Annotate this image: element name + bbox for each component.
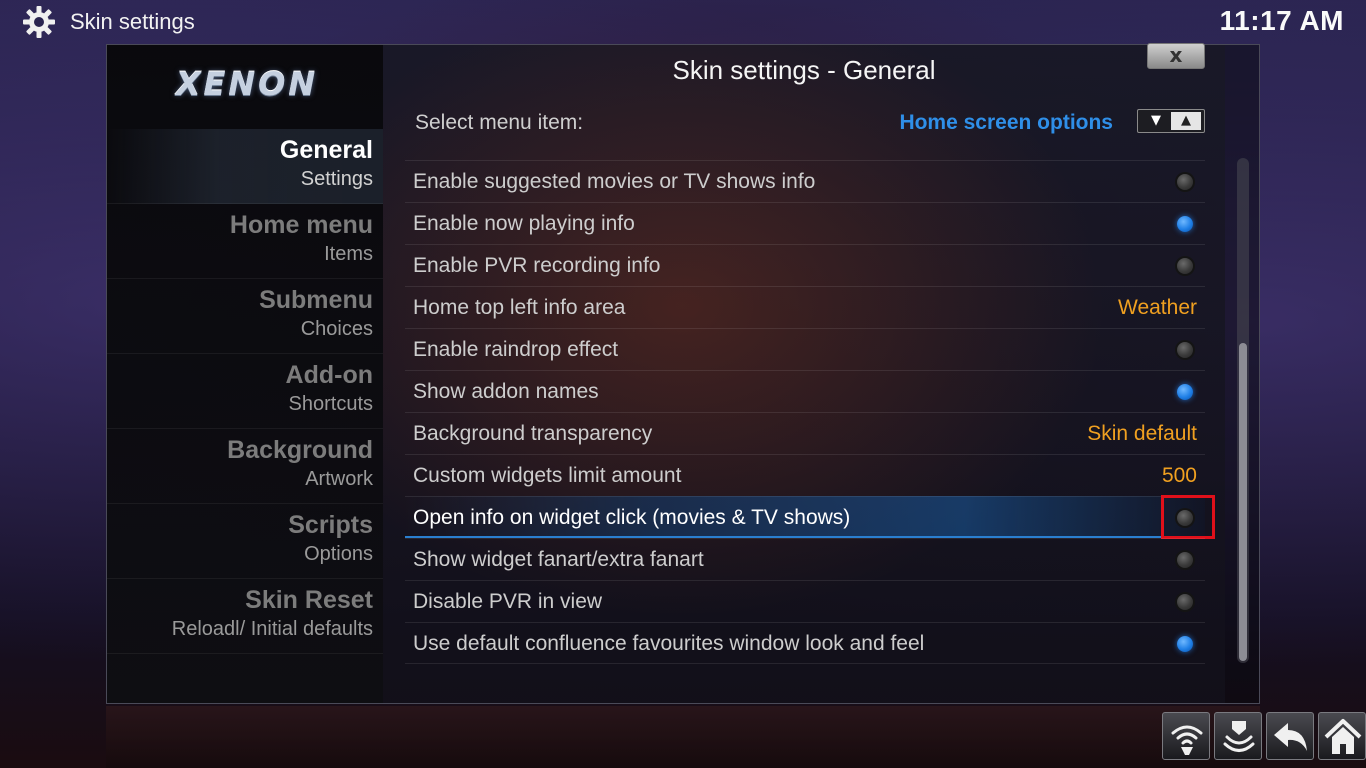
setting-label: Use default confluence favourites window…: [413, 632, 925, 655]
wifi-button[interactable]: [1162, 712, 1210, 760]
scrollbar[interactable]: [1237, 158, 1249, 663]
clock: 11:17 AM: [1219, 5, 1344, 36]
setting-row[interactable]: Show widget fanart/extra fanart: [405, 538, 1205, 580]
setting-value: 500: [1161, 464, 1197, 487]
back-icon: [1274, 723, 1307, 751]
sidebar-menu: General Settings Home menu Items Submenu…: [107, 129, 383, 654]
sidebar-item-title: Scripts: [288, 511, 373, 539]
sidebar-item-subtitle: Artwork: [305, 468, 373, 490]
spin-down-icon[interactable]: ▼: [1141, 112, 1171, 130]
eject-icon: [1223, 721, 1255, 752]
radio-toggle-icon[interactable]: [1177, 384, 1193, 400]
select-menu-item-label: Select menu item:: [415, 111, 584, 134]
select-menu-item-value[interactable]: Home screen options: [899, 111, 1113, 135]
sidebar-item-title: Add-on: [285, 361, 373, 389]
sidebar-item-title: General: [279, 136, 373, 164]
window-reflection: [106, 706, 1260, 768]
setting-value: Skin default: [1087, 422, 1197, 445]
setting-label: Home top left info area: [413, 296, 626, 319]
setting-label: Background transparency: [413, 422, 653, 445]
setting-row[interactable]: Enable raindrop effect: [405, 328, 1205, 370]
sidebar-item-add-on[interactable]: Add-on Shortcuts: [107, 354, 383, 429]
sidebar-item-home-menu[interactable]: Home menu Items: [107, 204, 383, 279]
select-menu-item-row[interactable]: Select menu item: Home screen options ▼ …: [405, 103, 1205, 143]
sidebar-item-title: Skin Reset: [245, 586, 373, 614]
sidebar-item-subtitle: Options: [304, 543, 373, 565]
radio-toggle-icon[interactable]: [1177, 342, 1193, 358]
sidebar-item-scripts[interactable]: Scripts Options: [107, 504, 383, 579]
radio-toggle-icon[interactable]: [1177, 216, 1193, 232]
scrollbar-thumb[interactable]: [1239, 343, 1247, 661]
window-title: Skin settings: [70, 9, 195, 34]
setting-label: Enable now playing info: [413, 212, 635, 235]
back-button[interactable]: [1266, 712, 1314, 760]
radio-toggle-icon[interactable]: [1177, 174, 1193, 190]
setting-label: Enable PVR recording info: [413, 254, 661, 277]
settings-list: Enable suggested movies or TV shows info…: [405, 160, 1215, 664]
setting-label: Show addon names: [413, 380, 599, 403]
home-button[interactable]: [1318, 712, 1366, 760]
setting-label: Show widget fanart/extra fanart: [413, 548, 704, 571]
xenon-logo: XENON: [175, 65, 319, 103]
skin-settings-window: XENON General Settings Home menu Items S…: [106, 43, 1260, 704]
sidebar-item-subtitle: Reloadl/ Initial defaults: [171, 618, 373, 640]
radio-toggle-icon[interactable]: [1177, 594, 1193, 610]
highlight-box: [1161, 495, 1215, 539]
spin-up-icon[interactable]: ▲: [1171, 112, 1201, 130]
sidebar-item-background[interactable]: Background Artwork: [107, 429, 383, 504]
setting-row[interactable]: Custom widgets limit amount 500: [405, 454, 1205, 496]
sidebar-item-general[interactable]: General Settings: [107, 129, 383, 204]
sidebar-item-submenu[interactable]: Submenu Choices: [107, 279, 383, 354]
sidebar-item-subtitle: Items: [324, 243, 373, 265]
setting-row[interactable]: Home top left info area Weather: [405, 286, 1205, 328]
setting-label: Custom widgets limit amount: [413, 464, 682, 487]
sidebar-item-subtitle: Shortcuts: [288, 393, 373, 415]
radio-toggle-icon[interactable]: [1177, 258, 1193, 274]
radio-toggle-icon[interactable]: [1177, 636, 1193, 652]
settings-panel: Skin settings - General Select menu item…: [383, 45, 1225, 703]
sidebar: XENON General Settings Home menu Items S…: [107, 45, 383, 703]
setting-label: Open info on widget click (movies & TV s…: [413, 506, 851, 529]
close-button[interactable]: x: [1147, 43, 1205, 69]
top-bar: Skin settings 11:17 AM: [0, 0, 1366, 44]
setting-row[interactable]: Disable PVR in view: [405, 580, 1205, 622]
gear-icon: [23, 6, 55, 38]
sidebar-item-skin-reset[interactable]: Skin Reset Reloadl/ Initial defaults: [107, 579, 383, 654]
setting-label: Disable PVR in view: [413, 590, 603, 613]
setting-label: Enable raindrop effect: [413, 338, 619, 361]
setting-row[interactable]: Enable now playing info: [405, 202, 1205, 244]
menu-item-spinner: ▼ ▲: [1137, 109, 1205, 133]
wifi-icon: [1171, 725, 1203, 755]
sidebar-item-title: Background: [227, 436, 373, 464]
setting-row-focused[interactable]: Open info on widget click (movies & TV s…: [405, 495, 1215, 539]
home-icon: [1324, 719, 1362, 754]
setting-row[interactable]: Enable suggested movies or TV shows info: [405, 160, 1205, 202]
eject-button[interactable]: [1214, 712, 1262, 760]
setting-row[interactable]: Background transparency Skin default: [405, 412, 1205, 454]
setting-row[interactable]: Show addon names: [405, 370, 1205, 412]
sidebar-item-title: Home menu: [229, 211, 373, 239]
panel-title: Skin settings - General: [672, 55, 936, 85]
sidebar-item-title: Submenu: [259, 286, 373, 314]
sidebar-item-subtitle: Settings: [300, 168, 373, 190]
sidebar-item-subtitle: Choices: [300, 318, 373, 340]
setting-row[interactable]: Enable PVR recording info: [405, 244, 1205, 286]
setting-label: Enable suggested movies or TV shows info: [413, 170, 816, 193]
setting-row[interactable]: Use default confluence favourites window…: [405, 622, 1205, 664]
radio-toggle-icon[interactable]: [1177, 552, 1193, 568]
setting-value: Weather: [1118, 296, 1197, 319]
